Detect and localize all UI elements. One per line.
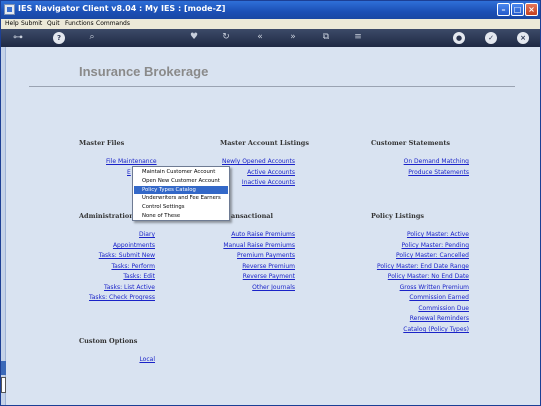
- link-auto-raise-premiums[interactable]: Auto Raise Premiums: [197, 231, 295, 238]
- menu-functions[interactable]: Functions: [65, 20, 94, 27]
- check-icon[interactable]: ✓: [485, 32, 497, 44]
- link-reverse-payment[interactable]: Reverse Payment: [197, 273, 295, 280]
- toolbar: ⊶ ? ⌕ ♥ ↻ « » ⧉ ≡ ● ✓ ×: [1, 29, 540, 47]
- chat-icon[interactable]: ●: [453, 32, 465, 44]
- forward-icon[interactable]: »: [286, 32, 300, 43]
- link-tasks-submit-new[interactable]: Tasks: Submit New: [67, 252, 155, 259]
- title-divider: [29, 86, 515, 87]
- heading-custom-options: Custom Options: [79, 337, 138, 345]
- link-newly-opened-accounts[interactable]: Newly Opened Accounts: [197, 158, 295, 165]
- maximize-button[interactable]: □: [511, 3, 524, 16]
- link-reverse-premium[interactable]: Reverse Premium: [197, 263, 295, 270]
- heading-policy-listings: Policy Listings: [371, 212, 425, 220]
- link-tasks-perform[interactable]: Tasks: Perform: [67, 263, 155, 270]
- key-icon[interactable]: ⊶: [7, 32, 29, 43]
- popup-item-policy-types-catalog[interactable]: Policy Types Catalog: [134, 186, 228, 194]
- search-icon[interactable]: ⌕: [85, 32, 99, 43]
- link-policy-master-active[interactable]: Policy Master: Active: [347, 231, 469, 238]
- status-marker-box: [1, 377, 6, 393]
- menu-icon[interactable]: ≡: [351, 32, 365, 43]
- window-title: IES Navigator Client v8.04 : My IES : [m…: [18, 4, 226, 13]
- link-other-journals[interactable]: Other Journals: [197, 284, 295, 291]
- link-appointments[interactable]: Appointments: [67, 242, 155, 249]
- link-produce-statements[interactable]: Produce Statements: [347, 169, 469, 176]
- close-icon[interactable]: ×: [517, 32, 529, 44]
- link-catalog-policy-types[interactable]: Catalog (Policy Types): [347, 326, 469, 333]
- close-window-button[interactable]: ×: [525, 3, 538, 16]
- app-window: IES Navigator Client v8.04 : My IES : [m…: [0, 0, 541, 406]
- menu-quit[interactable]: Quit: [47, 20, 60, 27]
- popup-item-open-new-customer-account[interactable]: Open New Customer Account: [134, 177, 228, 185]
- title-bar[interactable]: IES Navigator Client v8.04 : My IES : [m…: [1, 1, 540, 19]
- menu-submit[interactable]: Submit: [21, 20, 42, 27]
- link-policy-master-end-date-range[interactable]: Policy Master: End Date Range: [347, 263, 469, 270]
- link-tasks-check-progress[interactable]: Tasks: Check Progress: [67, 294, 155, 301]
- copy-icon[interactable]: ⧉: [319, 32, 333, 43]
- heading-transactional: ansactional: [231, 212, 273, 220]
- link-commission-due[interactable]: Commission Due: [347, 305, 469, 312]
- heading-master-account-listings: Master Account Listings: [220, 139, 310, 147]
- link-premium-payments[interactable]: Premium Payments: [197, 252, 295, 259]
- link-policy-master-cancelled[interactable]: Policy Master: Cancelled: [347, 252, 469, 259]
- menu-bar: Help Submit Quit Functions Commands: [1, 19, 540, 29]
- link-tasks-list-active[interactable]: Tasks: List Active: [67, 284, 155, 291]
- link-local[interactable]: Local: [67, 356, 155, 363]
- heading-administration: Administration: [79, 212, 134, 220]
- page-title: Insurance Brokerage: [79, 64, 209, 79]
- back-icon[interactable]: «: [253, 32, 267, 43]
- link-e[interactable]: E: [127, 169, 131, 176]
- link-renewal-reminders[interactable]: Renewal Reminders: [347, 315, 469, 322]
- menu-help[interactable]: Help: [5, 20, 19, 27]
- popup-item-none-of-these[interactable]: None of These: [134, 212, 228, 220]
- link-manual-raise-premiums[interactable]: Manual Raise Premiums: [197, 242, 295, 249]
- status-marker: [1, 361, 6, 375]
- link-policy-master-pending[interactable]: Policy Master: Pending: [347, 242, 469, 249]
- heading-customer-statements: Customer Statements: [371, 139, 451, 147]
- heart-icon[interactable]: ♥: [187, 32, 201, 43]
- popup-item-underwriters-and-fee-earners[interactable]: Underwriters and Fee Earners: [134, 194, 228, 202]
- app-icon: [4, 4, 15, 15]
- file-maintenance-popup-menu: Maintain Customer Account Open New Custo…: [132, 166, 230, 221]
- link-gross-written-premium[interactable]: Gross Written Premium: [347, 284, 469, 291]
- link-on-demand-matching[interactable]: On Demand Matching: [347, 158, 469, 165]
- refresh-icon[interactable]: ↻: [219, 32, 233, 43]
- link-commission-earned[interactable]: Commission Earned: [347, 294, 469, 301]
- link-diary[interactable]: Diary: [67, 231, 155, 238]
- menu-commands[interactable]: Commands: [96, 20, 130, 27]
- link-tasks-edit[interactable]: Tasks: Edit: [67, 273, 155, 280]
- popup-item-maintain-customer-account[interactable]: Maintain Customer Account: [134, 168, 228, 176]
- link-file-maintenance[interactable]: File Maintenance: [106, 158, 157, 165]
- minimize-button[interactable]: –: [497, 3, 510, 16]
- left-status-strip: [1, 47, 6, 405]
- heading-master-files: Master Files: [79, 139, 125, 147]
- content-area: Insurance Brokerage Master Files File Ma…: [7, 47, 540, 405]
- link-policy-master-no-end-date[interactable]: Policy Master: No End Date: [347, 273, 469, 280]
- popup-item-control-settings[interactable]: Control Settings: [134, 203, 228, 211]
- help-icon[interactable]: ?: [53, 32, 65, 44]
